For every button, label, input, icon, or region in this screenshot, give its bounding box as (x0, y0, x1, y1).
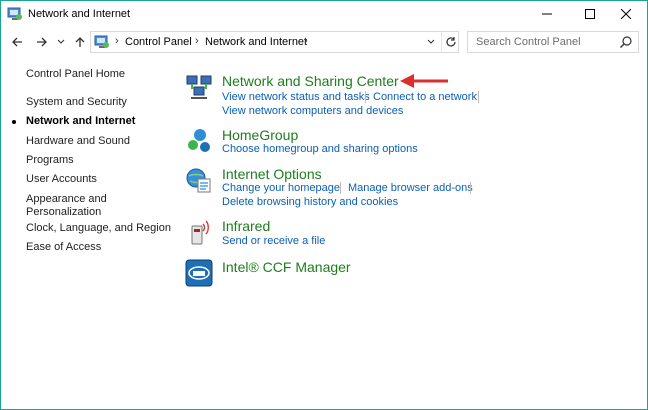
control-panel-icon (94, 35, 109, 48)
forward-button[interactable] (32, 32, 52, 52)
link-change-homepage[interactable]: Change your homepage (222, 182, 340, 194)
link-connect-to-network[interactable]: Connect to a network (373, 91, 477, 103)
close-icon (620, 9, 631, 19)
homegroup-icon (188, 129, 210, 152)
search-placeholder: Search Control Panel (476, 36, 581, 48)
link-send-receive-file[interactable]: Send or receive a file (222, 235, 325, 247)
chevron-down-icon (427, 39, 435, 44)
address-bar[interactable]: › Control Panel › Network and Internet › (90, 31, 459, 53)
link-separator (340, 182, 341, 194)
recent-locations-button[interactable] (55, 32, 67, 52)
sidebar-item-programs[interactable]: Programs (26, 154, 74, 167)
link-view-network-status[interactable]: View network status and tasks (222, 91, 370, 103)
sidebar-item-network-and-internet: Network and Internet (26, 115, 136, 127)
arrow-right-icon (37, 37, 47, 47)
network-icon (186, 75, 212, 99)
sidebar-item-system-and-security[interactable]: System and Security (26, 96, 127, 109)
category-title-infrared[interactable]: Infrared (222, 218, 270, 234)
search-icon[interactable] (619, 35, 633, 49)
link-view-network-computers[interactable]: View network computers and devices (222, 105, 403, 117)
sidebar-item-appearance-line1[interactable]: Appearance and (26, 193, 107, 206)
breadcrumb-separator-icon[interactable]: › (195, 35, 199, 47)
sidebar-item-clock-language-region[interactable]: Clock, Language, and Region (26, 222, 171, 235)
breadcrumb-separator-icon[interactable]: › (304, 35, 308, 47)
chevron-down-icon (57, 39, 65, 44)
control-panel-window: Network and Internet › Control Panel › N… (0, 0, 648, 410)
category-title-intel-ccf-manager[interactable]: Intel® CCF Manager (222, 259, 351, 275)
link-manage-addons[interactable]: Manage browser add-ons (348, 182, 473, 194)
current-item-bullet (12, 120, 16, 124)
intel-icon (185, 259, 213, 287)
refresh-icon (445, 37, 456, 47)
left-navigation-pane: Control Panel Home System and Security N… (1, 61, 171, 361)
sidebar-item-control-panel-home[interactable]: Control Panel Home (26, 68, 125, 81)
sidebar-item-user-accounts[interactable]: User Accounts (26, 173, 97, 186)
sidebar-item-ease-of-access[interactable]: Ease of Access (26, 241, 101, 254)
navigation-bar: › Control Panel › Network and Internet ›… (1, 29, 647, 55)
arrow-left-icon (12, 37, 22, 47)
infrared-icon (191, 220, 209, 245)
category-title-homegroup[interactable]: HomeGroup (222, 127, 298, 143)
link-homegroup-sharing-options[interactable]: Choose homegroup and sharing options (222, 143, 418, 155)
link-delete-browsing-history[interactable]: Delete browsing history and cookies (222, 196, 398, 208)
address-dropdown-button[interactable] (423, 32, 439, 52)
category-title-internet-options[interactable]: Internet Options (222, 166, 322, 182)
breadcrumb-separator-icon[interactable]: › (115, 35, 119, 47)
internet-options-icon (186, 168, 211, 193)
minimize-icon (541, 13, 552, 15)
up-button[interactable] (70, 32, 90, 52)
link-separator (478, 91, 479, 103)
title-bar[interactable]: Network and Internet (1, 1, 647, 27)
search-input[interactable]: Search Control Panel (467, 31, 639, 53)
control-panel-icon (7, 7, 22, 20)
breadcrumb-control-panel[interactable]: Control Panel (125, 36, 192, 48)
arrow-up-icon (75, 37, 85, 47)
minimize-button[interactable] (525, 1, 568, 27)
sidebar-item-hardware-and-sound[interactable]: Hardware and Sound (26, 135, 130, 148)
close-button[interactable] (604, 1, 647, 27)
maximize-icon (584, 9, 595, 19)
sidebar-item-appearance-line2[interactable]: Personalization (26, 206, 101, 219)
refresh-button[interactable] (441, 32, 459, 52)
back-button[interactable] (7, 32, 27, 52)
breadcrumb-network-and-internet[interactable]: Network and Internet (205, 36, 307, 48)
red-arrow-annotation-icon (400, 74, 448, 88)
link-separator (470, 182, 471, 194)
link-separator (365, 91, 366, 103)
window-title: Network and Internet (28, 8, 131, 20)
category-title-network-sharing-center[interactable]: Network and Sharing Center (222, 73, 399, 89)
